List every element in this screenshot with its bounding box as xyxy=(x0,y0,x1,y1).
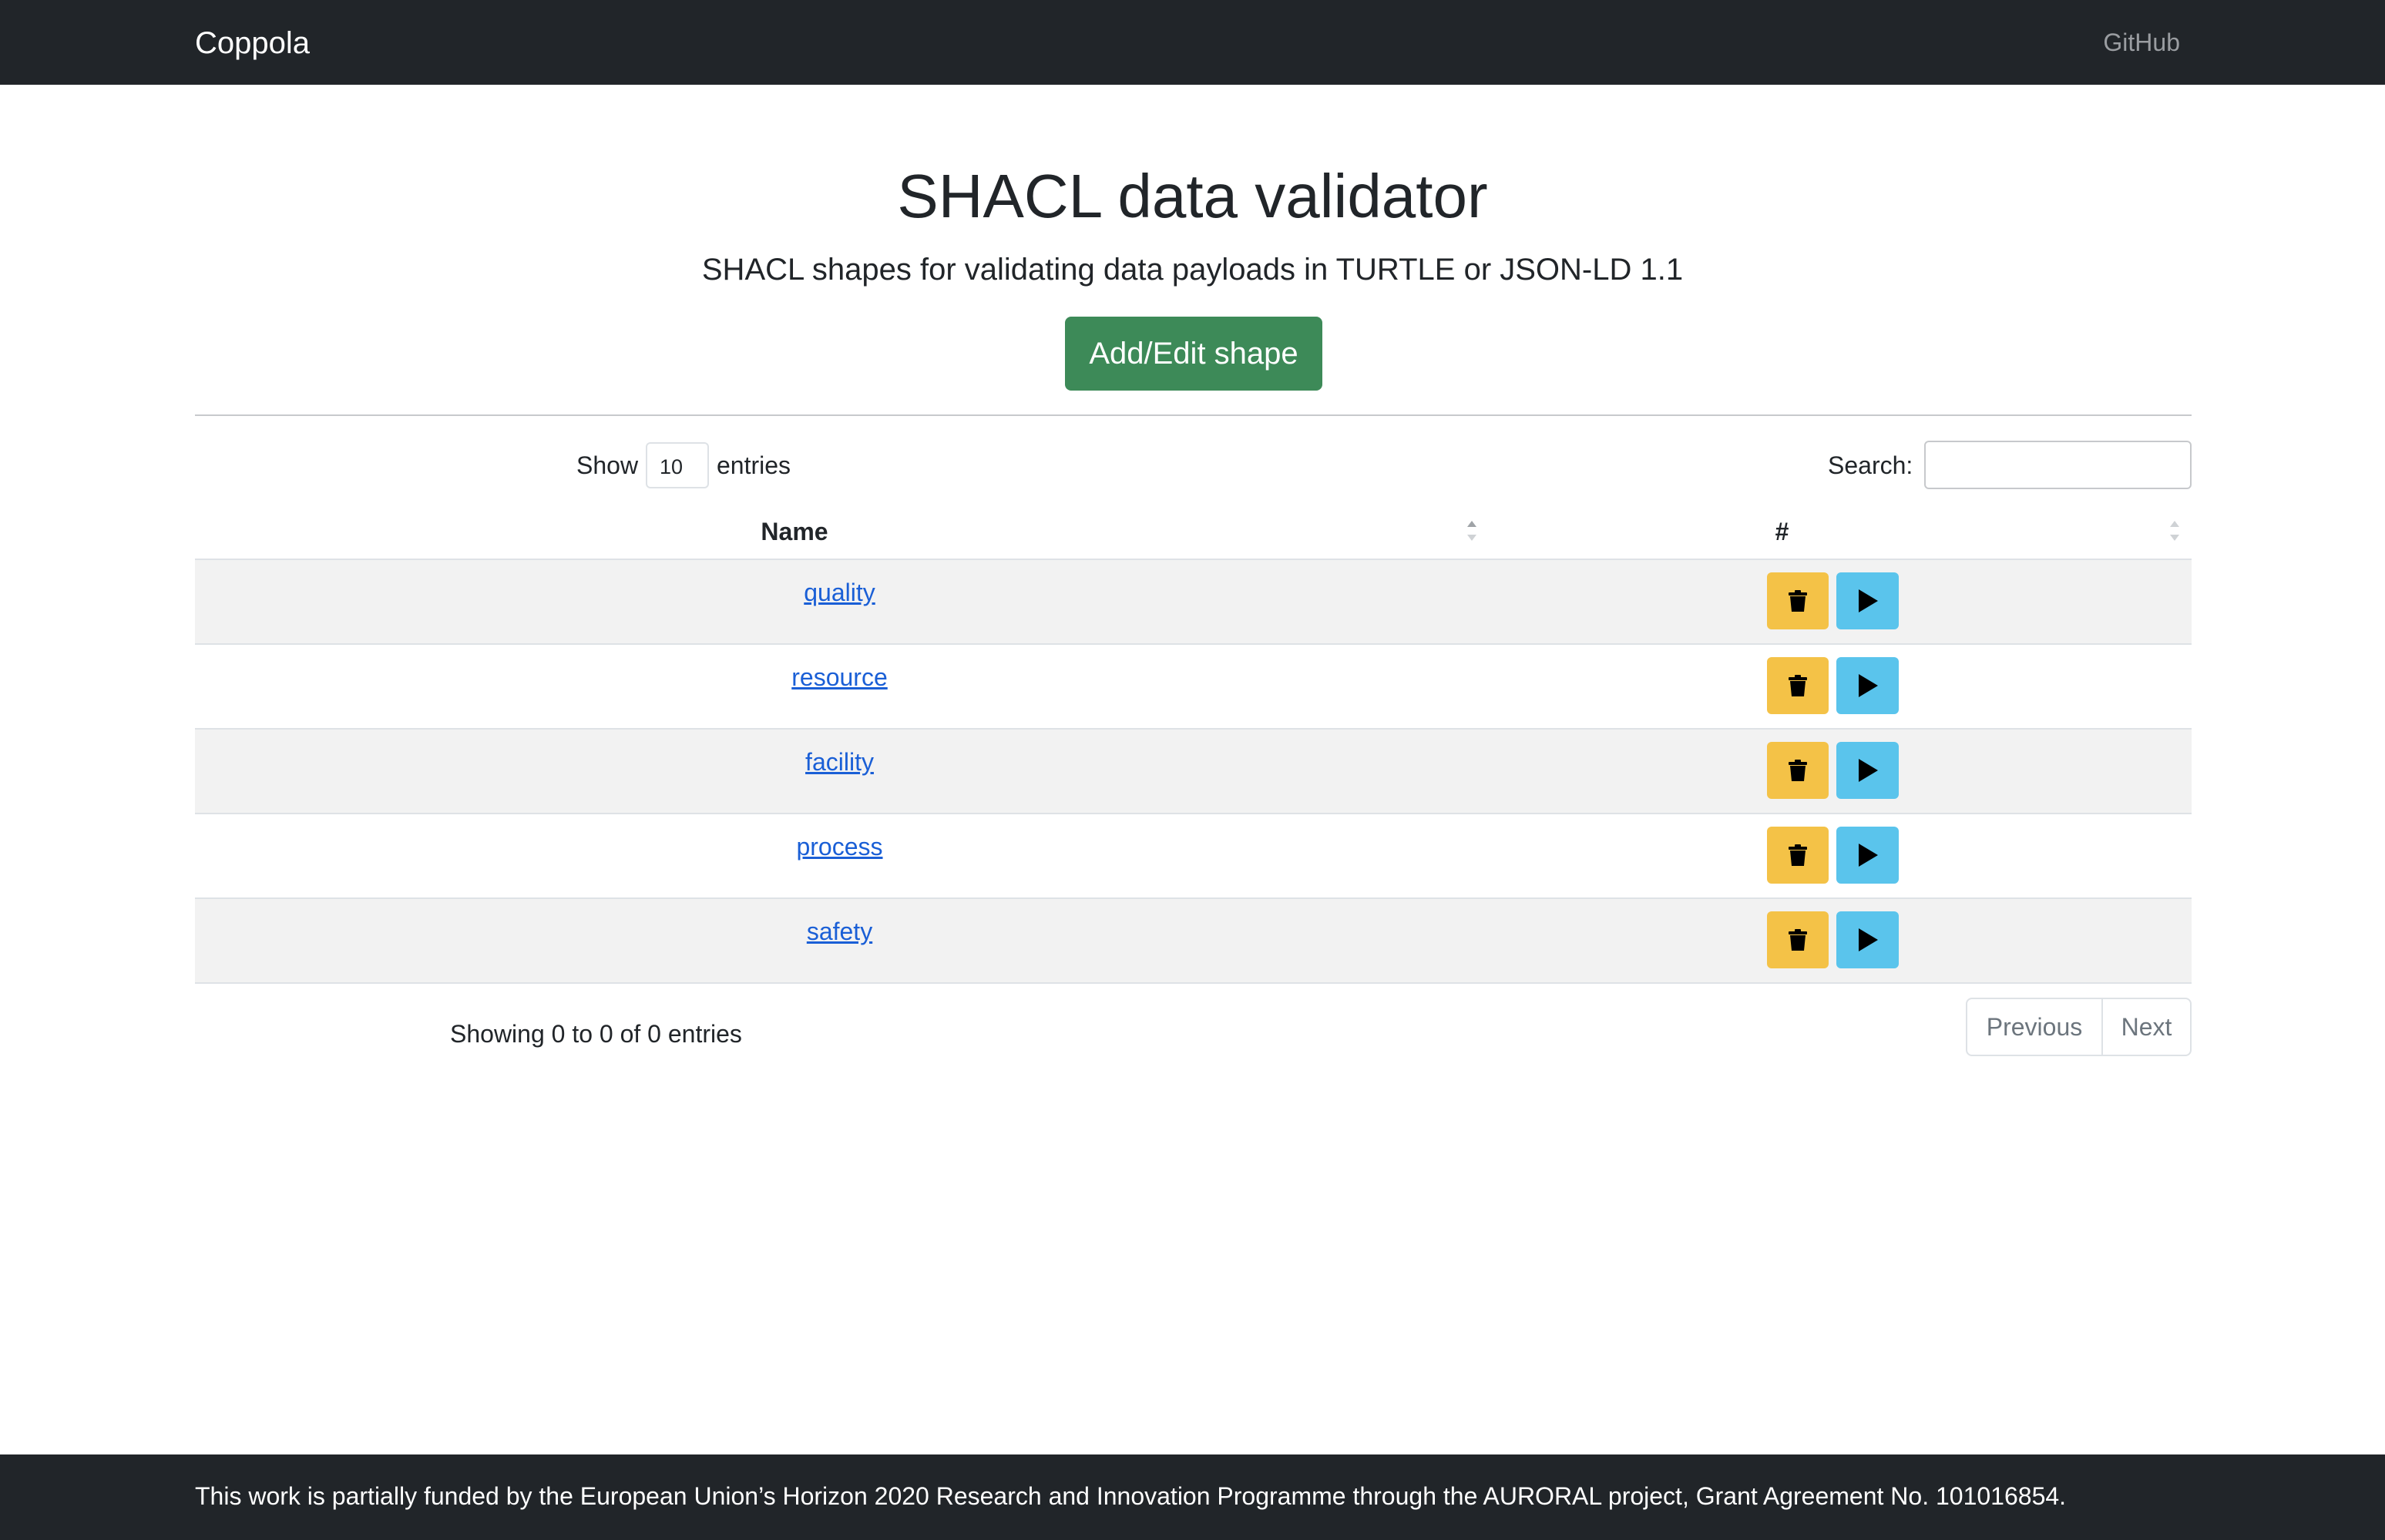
validate-shape-button[interactable] xyxy=(1836,657,1899,714)
trash-icon xyxy=(1789,760,1807,781)
trash-icon xyxy=(1789,590,1807,612)
table-body: quality resource facility process safety xyxy=(195,560,2192,984)
shape-name-link[interactable]: facility xyxy=(195,747,1484,777)
validate-shape-button[interactable] xyxy=(1836,742,1899,799)
page-length-select[interactable]: 10 xyxy=(646,442,709,488)
table-row: quality xyxy=(195,560,2192,645)
table-info: Showing 0 to 0 of 0 entries xyxy=(450,1020,742,1048)
play-icon xyxy=(1858,928,1878,951)
trash-icon xyxy=(1789,929,1807,951)
play-icon xyxy=(1858,674,1878,697)
table-row: facility xyxy=(195,730,2192,814)
validate-shape-button[interactable] xyxy=(1836,572,1899,629)
pagination: Previous Next xyxy=(1966,998,2192,1056)
entries-label: entries xyxy=(717,451,791,479)
delete-shape-button[interactable] xyxy=(1767,742,1829,799)
add-edit-shape-button[interactable]: Add/Edit shape xyxy=(1065,317,1322,391)
footer-text: This work is partially funded by the Eur… xyxy=(195,1482,2067,1510)
page-footer: This work is partially funded by the Eur… xyxy=(0,1454,2385,1540)
play-icon xyxy=(1858,589,1878,612)
delete-shape-button[interactable] xyxy=(1767,827,1829,884)
table-row: process xyxy=(195,814,2192,899)
sort-icon[interactable] xyxy=(2170,519,2181,544)
table-row: safety xyxy=(195,899,2192,984)
divider xyxy=(195,414,2192,416)
search-label: Search: xyxy=(1828,451,1913,479)
trash-icon xyxy=(1789,675,1807,696)
github-link[interactable]: GitHub xyxy=(2103,23,2180,62)
delete-shape-button[interactable] xyxy=(1767,911,1829,968)
validate-shape-button[interactable] xyxy=(1836,827,1899,884)
search-input[interactable] xyxy=(1924,441,2192,489)
show-label: Show xyxy=(576,451,639,479)
shape-name-link[interactable]: process xyxy=(195,831,1484,862)
shape-name-link[interactable]: quality xyxy=(195,577,1484,608)
column-header-actions[interactable]: # xyxy=(1394,516,2170,547)
play-icon xyxy=(1858,759,1878,782)
shape-name-link[interactable]: safety xyxy=(195,916,1484,947)
top-navbar: Coppola GitHub xyxy=(0,0,2385,85)
play-icon xyxy=(1858,844,1878,867)
table-row: resource xyxy=(195,645,2192,730)
delete-shape-button[interactable] xyxy=(1767,572,1829,629)
next-page-button[interactable]: Next xyxy=(2103,999,2190,1055)
validate-shape-button[interactable] xyxy=(1836,911,1899,968)
page-title: SHACL data validator xyxy=(897,162,1488,230)
trash-icon xyxy=(1789,844,1807,866)
column-header-name[interactable]: Name xyxy=(195,516,1394,547)
brand-link[interactable]: Coppola xyxy=(195,22,310,65)
previous-page-button[interactable]: Previous xyxy=(1967,999,2103,1055)
shapes-table: Name # quality resource facility process saf… xyxy=(195,505,2192,984)
table-header: Name # xyxy=(195,505,2192,560)
page-subtitle: SHACL shapes for validating data payload… xyxy=(701,253,1684,287)
delete-shape-button[interactable] xyxy=(1767,657,1829,714)
shape-name-link[interactable]: resource xyxy=(195,662,1484,693)
